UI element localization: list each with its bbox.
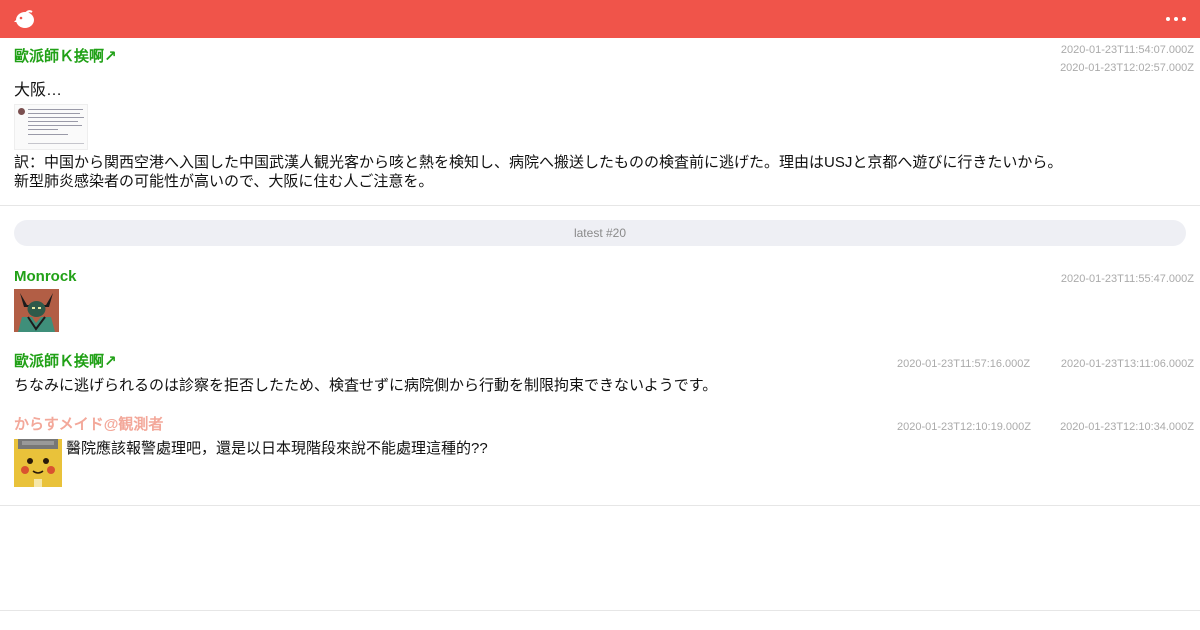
divider (0, 205, 1200, 206)
reply-timestamp: 2020-01-23T11:57:16.000Z (897, 358, 1031, 370)
post-image-thumbnail[interactable] (14, 104, 88, 150)
reply-edited-timestamp: 2020-01-23T13:11:06.000Z (1060, 358, 1194, 370)
reply-text: ちなみに逃げられるのは診察を拒否したため、検査せずに病院側から行動を制限拘束でき… (14, 377, 718, 394)
post-edited-timestamp: 2020-01-23T12:02:57.000Z (1060, 62, 1194, 74)
top-bar (0, 0, 1200, 38)
post-title: 大阪… (14, 82, 63, 99)
more-horizontal-icon[interactable] (1166, 12, 1186, 26)
reply-text: 醫院應該報警處理吧，還是以日本現階段來說不能處理這種的?? (66, 440, 488, 457)
divider (0, 505, 1200, 506)
reply-author[interactable]: Monrock (14, 268, 77, 286)
reply-timestamp: 2020-01-23T12:10:19.000Z (897, 421, 1031, 433)
latest-replies-button[interactable]: latest #20 (14, 220, 1186, 246)
post-body-line: 新型肺炎感染者の可能性が高いので、大阪に住む人ご注意を。 (14, 173, 434, 190)
post-author[interactable]: 歐派師Ｋ挨啊↗ (14, 48, 117, 66)
reply-timestamp: 2020-01-23T11:55:47.000Z (1060, 273, 1194, 285)
reply-avatar[interactable] (14, 439, 62, 487)
reply-edited-timestamp: 2020-01-23T12:10:34.000Z (1060, 421, 1194, 433)
reply-author[interactable]: からすメイド@観測者 (14, 416, 163, 434)
reply-sticker-image[interactable] (14, 289, 59, 332)
divider (0, 610, 1200, 611)
bird-logo-icon[interactable] (14, 9, 36, 29)
reply-author[interactable]: 歐派師Ｋ挨啊↗ (14, 353, 117, 371)
post-body-line: 訳：中国から関西空港へ入国した中国武漢人観光客から咳と熱を検知し、病院へ搬送した… (14, 154, 1063, 171)
post-timestamp: 2020-01-23T11:54:07.000Z (1060, 44, 1194, 56)
